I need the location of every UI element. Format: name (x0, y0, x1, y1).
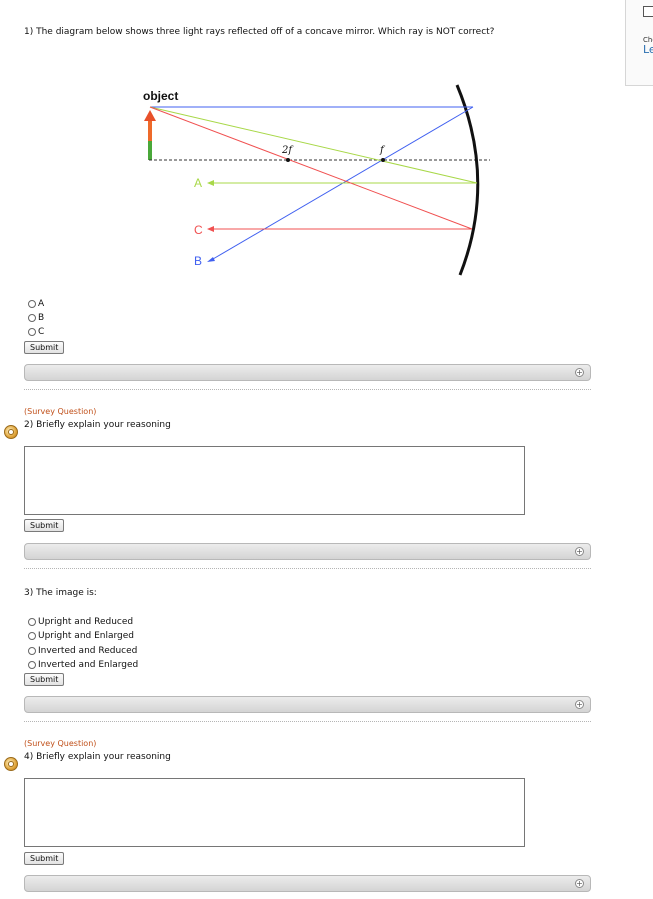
plus-circle-icon[interactable]: + (575, 547, 584, 556)
q2-survey-tag: (Survey Question) (24, 407, 97, 416)
q3-option-2[interactable]: Upright and Enlarged (28, 630, 134, 642)
q1-feedback-bar[interactable]: + (24, 364, 591, 381)
q3-option-4[interactable]: Inverted and Enlarged (28, 659, 138, 671)
q3-text: 3) The image is: (24, 588, 97, 598)
radio-button[interactable] (28, 328, 36, 336)
radio-button[interactable] (28, 618, 36, 626)
side-panel-link[interactable]: Le (643, 43, 653, 56)
plus-circle-icon[interactable]: + (575, 879, 584, 888)
side-panel-checkbox[interactable] (643, 6, 653, 17)
radio-button[interactable] (28, 314, 36, 322)
q3-option-3[interactable]: Inverted and Reduced (28, 645, 137, 657)
q1-option-a-label: A (38, 299, 45, 309)
q4-answer-textarea[interactable] (24, 778, 525, 847)
plus-circle-icon[interactable]: + (575, 700, 584, 709)
plus-circle-icon[interactable]: + (575, 368, 584, 377)
q1-option-b[interactable]: B (28, 312, 44, 324)
q4-survey-tag: (Survey Question) (24, 739, 97, 748)
q3-submit-button[interactable]: Submit (24, 673, 65, 686)
q3-option-1[interactable]: Upright and Reduced (28, 616, 133, 628)
q4-feedback-bar[interactable]: + (24, 875, 591, 892)
object-label: object (143, 89, 178, 103)
q1-submit-button[interactable]: Submit (24, 341, 65, 354)
q2-answer-textarea[interactable] (24, 446, 525, 515)
q1-option-a[interactable]: A (28, 298, 44, 310)
q2-feedback-bar[interactable]: + (24, 543, 591, 560)
label-c: C (194, 223, 203, 237)
side-panel: Che Le (625, 0, 653, 86)
q1-option-b-label: B (38, 313, 45, 323)
radio-button[interactable] (28, 632, 36, 640)
ray-diagram: object 2f f A C B (135, 83, 490, 280)
label-b: B (194, 254, 202, 268)
radio-button[interactable] (28, 647, 36, 655)
q3-option-1-label: Upright and Reduced (38, 617, 134, 627)
q4-submit-button[interactable]: Submit (24, 852, 65, 865)
survey-icon (4, 425, 18, 439)
q1-option-c-label: C (38, 327, 45, 337)
q3-feedback-bar[interactable]: + (24, 696, 591, 713)
q2-text: 2) Briefly explain your reasoning (24, 420, 171, 430)
divider (24, 568, 591, 569)
q2-submit-button[interactable]: Submit (24, 519, 65, 532)
radio-button[interactable] (28, 661, 36, 669)
point-2f (286, 158, 290, 162)
radio-button[interactable] (28, 300, 36, 308)
label-a: A (194, 176, 202, 190)
q3-option-4-label: Inverted and Enlarged (38, 660, 139, 670)
q3-option-3-label: Inverted and Reduced (38, 646, 138, 656)
point-f (381, 158, 385, 162)
q4-text: 4) Briefly explain your reasoning (24, 752, 171, 762)
survey-icon (4, 757, 18, 771)
divider (24, 389, 591, 390)
q1-text: 1) The diagram below shows three light r… (24, 27, 495, 37)
divider (24, 721, 591, 722)
q3-option-2-label: Upright and Enlarged (38, 631, 135, 641)
q1-option-c[interactable]: C (28, 326, 44, 338)
